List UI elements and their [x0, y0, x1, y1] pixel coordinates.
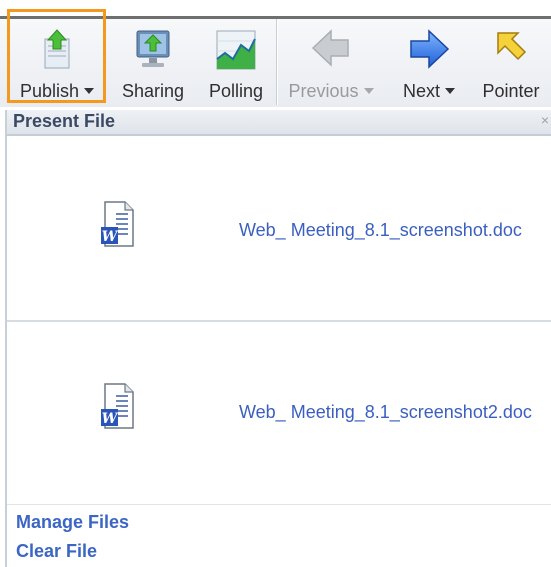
next-button[interactable]: Next [392, 19, 466, 105]
svg-text:W: W [102, 411, 119, 427]
next-arrow-icon [408, 29, 450, 74]
word-document-icon: W [99, 200, 137, 255]
toolbar-separator [276, 19, 277, 105]
file-name[interactable]: Web_ Meeting_8.1_screenshot.doc [239, 220, 522, 241]
sharing-button[interactable]: Sharing [114, 19, 192, 105]
polling-label: Polling [208, 81, 264, 101]
publish-icon [42, 29, 72, 74]
close-icon[interactable]: × [541, 112, 549, 128]
previous-button[interactable]: Previous [282, 19, 380, 105]
row-divider [7, 504, 551, 505]
sharing-icon [134, 29, 172, 76]
toolbar: Publish Sharing Polling Previous Next Po… [0, 19, 551, 107]
sharing-label: Sharing [121, 81, 185, 101]
chevron-down-icon [84, 88, 95, 94]
file-item[interactable]: W Web_ Meeting_8.1_screenshot.doc [7, 136, 551, 320]
panel-header: Present File × [7, 110, 551, 136]
polling-button[interactable]: Polling [200, 19, 272, 105]
next-label: Next [402, 81, 440, 101]
pointer-label: Pointer [482, 81, 540, 101]
panel-title: Present File [13, 111, 116, 131]
svg-text:W: W [102, 229, 119, 245]
footer-links: Manage Files Clear File [16, 508, 129, 566]
chevron-down-icon [363, 88, 374, 94]
file-name[interactable]: Web_ Meeting_8.1_screenshot2.doc [239, 402, 532, 423]
publish-label: Publish [19, 81, 80, 101]
polling-icon [215, 29, 257, 76]
clear-file-link[interactable]: Clear File [16, 537, 129, 566]
publish-button[interactable]: Publish [12, 19, 102, 105]
chevron-down-icon [445, 88, 455, 94]
present-file-panel: Present File × W Web_ Meeting_8.1_screen… [5, 110, 551, 567]
pointer-icon [494, 29, 528, 70]
present-file-window: Publish Sharing Polling Previous Next Po… [0, 0, 551, 567]
manage-files-link[interactable]: Manage Files [16, 508, 129, 537]
word-document-icon: W [99, 382, 137, 437]
file-item[interactable]: W Web_ Meeting_8.1_screenshot2.doc [7, 322, 551, 506]
previous-label: Previous [288, 81, 359, 101]
previous-arrow-icon [311, 29, 351, 72]
pointer-button[interactable]: Pointer [474, 19, 548, 105]
